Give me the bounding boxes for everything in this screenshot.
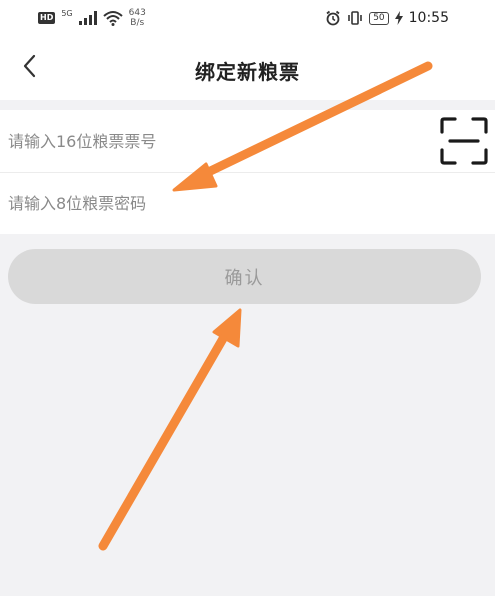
network-type: 5G [61,8,73,18]
header: HD 5G 643 B/s 50 10:55 绑定新粮票 [0,0,495,100]
alarm-icon [326,10,340,26]
nav-bar: 绑定新粮票 [0,40,495,96]
ticket-form [0,110,495,234]
ticket-password-input[interactable] [8,174,428,234]
confirm-button[interactable]: 确认 [8,249,481,304]
vibrate-icon [348,11,362,25]
status-bar-right: 50 10:55 [325,6,449,30]
hd-badge: HD [38,12,56,24]
status-bar: HD 5G 643 B/s 50 10:55 [0,0,495,36]
status-bar-left: HD 5G 643 B/s [38,6,146,30]
status-time: 10:55 [408,10,449,26]
net-speed-value: 643 [128,8,146,18]
charging-icon [394,11,403,25]
arrow-to-confirm-button [98,308,242,551]
wifi-icon [102,11,123,26]
ticket-number-input[interactable] [8,112,428,172]
net-speed: 643 B/s [129,8,146,28]
net-speed-unit: B/s [130,18,145,28]
signal-bars-icon [78,11,97,25]
scan-button[interactable] [439,116,489,166]
field-divider [0,172,495,173]
page-title: 绑定新粮票 [195,60,300,84]
battery-indicator: 50 [369,11,389,25]
scan-icon [440,117,488,165]
